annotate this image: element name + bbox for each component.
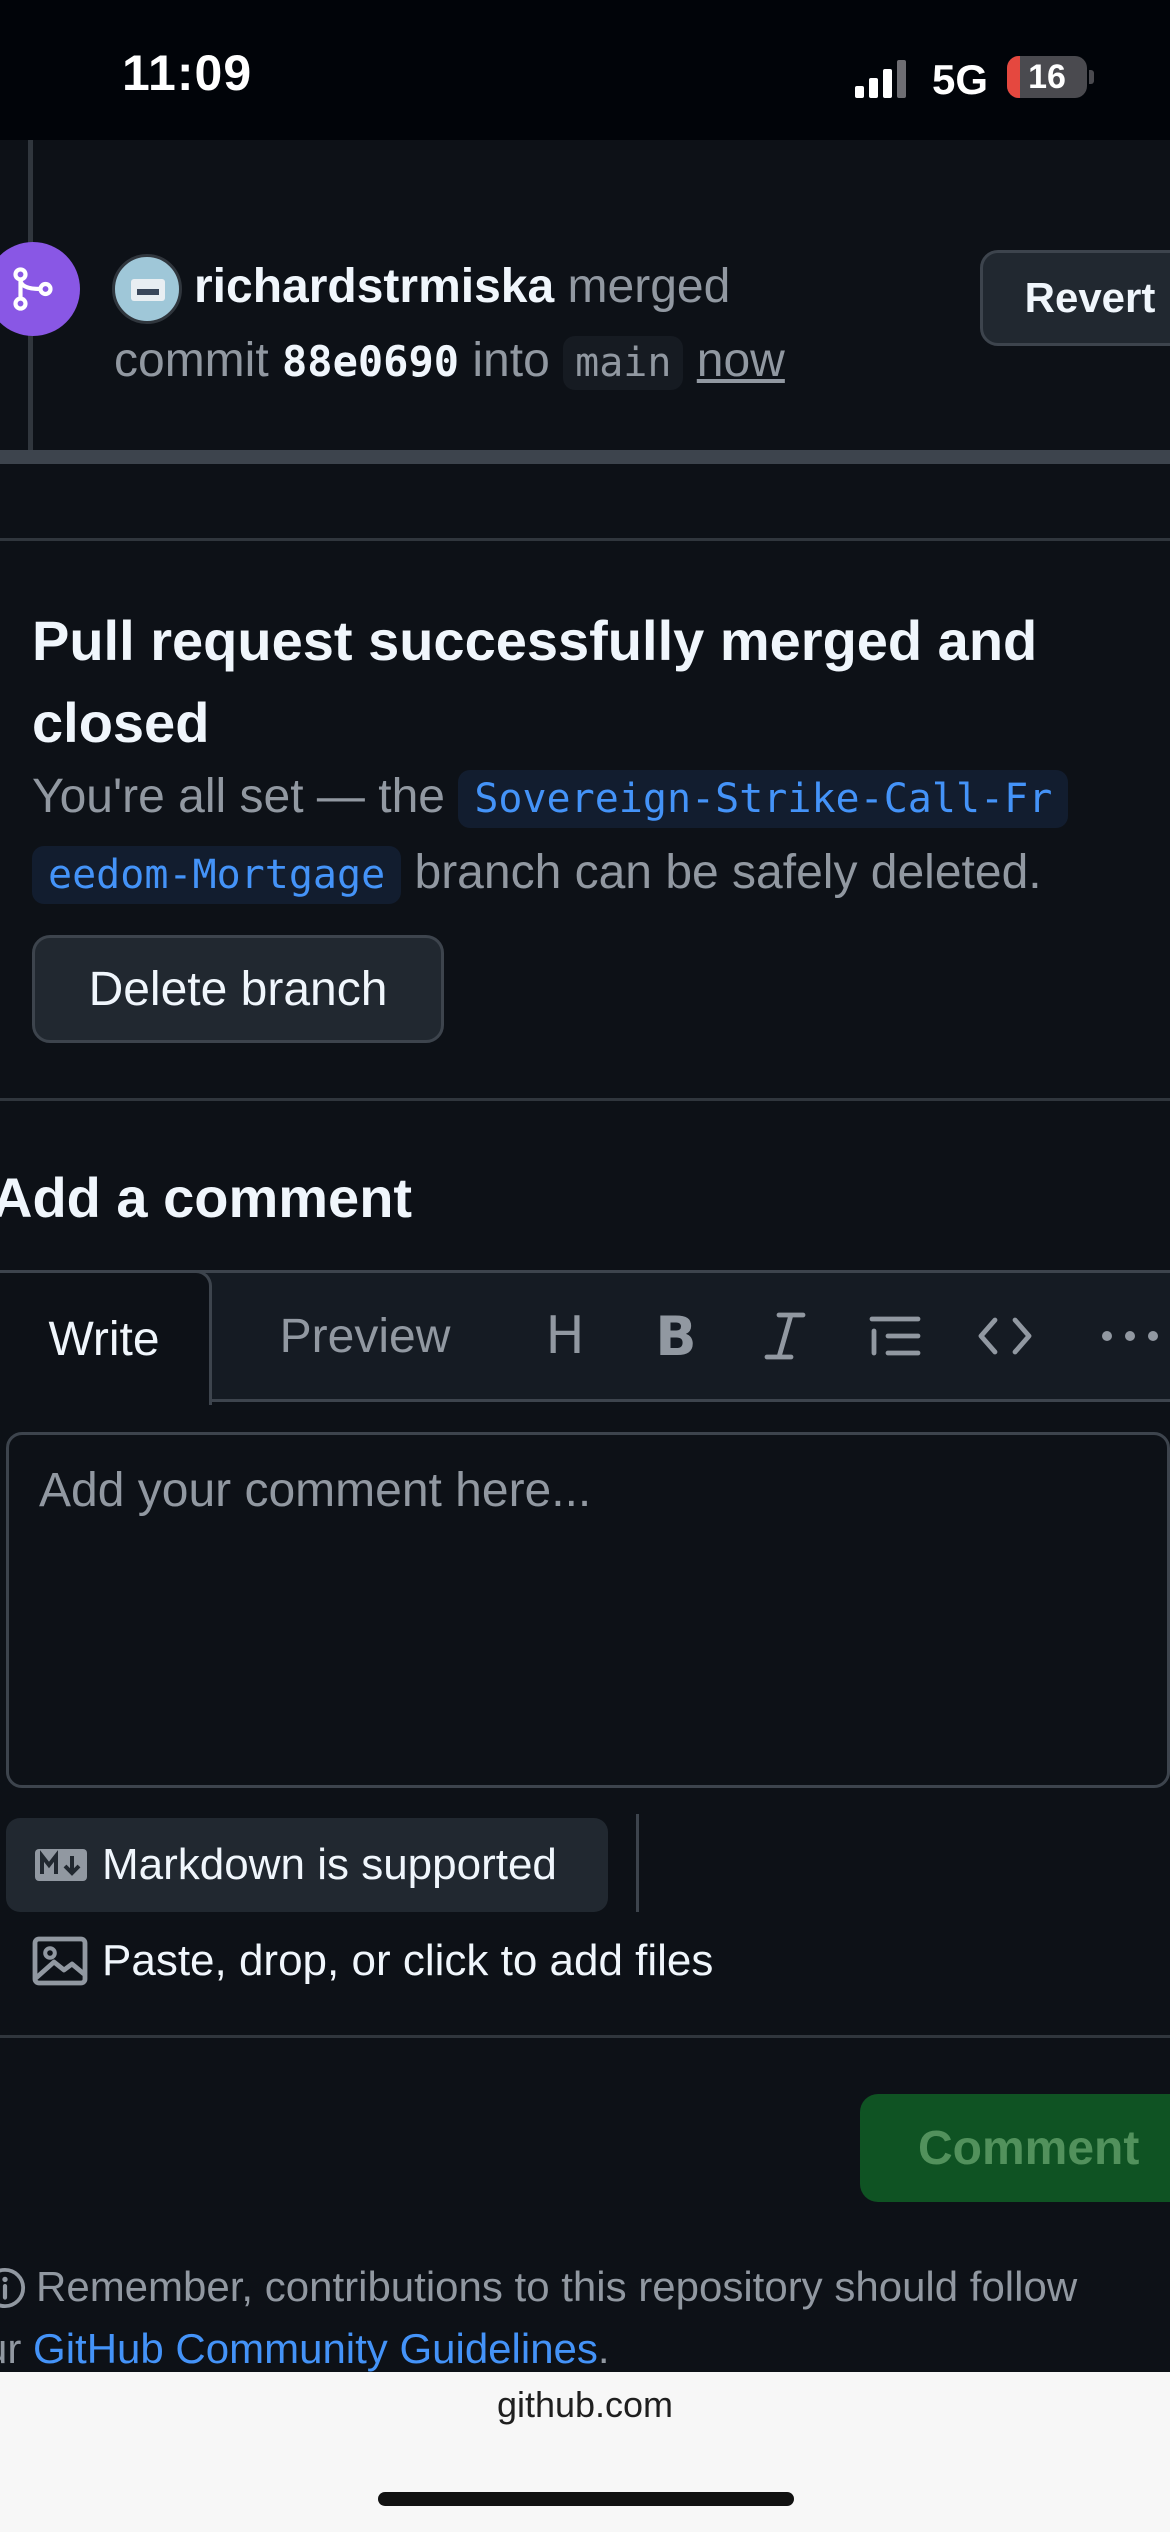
url-label[interactable]: github.com [0, 2384, 1170, 2426]
merge-icon [0, 242, 80, 336]
bold-button[interactable]: B [636, 1300, 716, 1372]
avatar[interactable] [112, 254, 182, 324]
merged-status-description: You're all set — the Sovereign-Strike-Ca… [32, 760, 1162, 912]
divider [0, 2035, 1170, 2038]
toolbar-border [210, 1399, 1170, 1402]
merge-event-line2: commit 88e0690 into main now [114, 328, 785, 396]
markdown-label: Markdown is supported [102, 1840, 557, 1889]
contribution-guidelines-note: Remember, contributions to this reposito… [0, 2256, 1077, 2380]
kebab-horizontal-icon [1102, 1331, 1158, 1341]
timeline-end-divider [0, 450, 1170, 464]
code-button[interactable] [965, 1300, 1045, 1372]
guidelines-line2-prefix: ur [0, 2325, 22, 2372]
author-link[interactable]: richardstrmiska [194, 260, 554, 313]
attach-files-button[interactable]: Paste, drop, or click to add files [32, 1930, 713, 1992]
italic-button[interactable] [745, 1300, 825, 1372]
battery-icon: 16 [1007, 56, 1087, 98]
italic-icon [764, 1312, 806, 1360]
heading-button[interactable]: H [525, 1300, 605, 1372]
divider [0, 538, 1170, 541]
into-word: into [472, 334, 550, 387]
guidelines-line1: Remember, contributions to this reposito… [0, 2256, 1077, 2318]
commit-word: commit [114, 334, 269, 387]
guidelines-suffix: . [597, 2325, 610, 2372]
head-branch-chip-part2[interactable]: eedom-Mortgage [32, 846, 402, 904]
merge-event-line1: richardstrmiska merged [194, 254, 730, 320]
merge-time-link[interactable]: now [697, 334, 785, 387]
network-type: 5G [932, 56, 989, 103]
home-indicator[interactable] [378, 2492, 794, 2506]
target-branch-chip[interactable]: main [563, 336, 684, 390]
head-branch-chip-part1[interactable]: Sovereign-Strike-Call-Fr [458, 770, 1069, 828]
revert-button[interactable]: Revert [980, 250, 1170, 346]
guidelines-line2: ur GitHub Community Guidelines. [0, 2318, 1077, 2380]
more-options-button[interactable] [1090, 1300, 1170, 1372]
git-merge-icon [13, 267, 53, 311]
desc-prefix: You're all set — the [32, 770, 445, 823]
battery-level: 16 [1028, 58, 1066, 96]
divider [0, 1098, 1170, 1101]
comment-textarea[interactable] [6, 1432, 1170, 1788]
markdown-supported-link[interactable]: Markdown is supported [6, 1818, 608, 1912]
tab-preview[interactable]: Preview [230, 1300, 500, 1372]
info-icon [0, 2267, 26, 2309]
attach-files-label: Paste, drop, or click to add files [102, 1936, 714, 1985]
guidelines-text: Remember, contributions to this reposito… [36, 2263, 1078, 2310]
status-time: 11:09 [122, 45, 253, 101]
commit-sha-link[interactable]: 88e0690 [282, 337, 459, 386]
markdown-icon [35, 1849, 87, 1881]
ordered-list-button[interactable] [855, 1300, 935, 1372]
separator [636, 1814, 639, 1912]
battery-nub [1089, 70, 1094, 84]
comment-heading: Add a comment [0, 1166, 413, 1229]
comment-submit-button[interactable]: Comment [860, 2094, 1170, 2202]
merged-status-title: Pull request successfully merged and clo… [32, 609, 1038, 754]
code-icon [978, 1317, 1032, 1355]
list-icon [869, 1316, 921, 1356]
cellular-signal-icon [855, 60, 906, 98]
image-icon [32, 1936, 88, 1986]
delete-branch-button[interactable]: Delete branch [32, 935, 444, 1043]
community-guidelines-link[interactable]: GitHub Community Guidelines [33, 2325, 598, 2372]
merge-action-text: merged [567, 260, 731, 313]
desc-suffix: branch can be safely deleted. [414, 846, 1042, 899]
tab-write[interactable]: Write [0, 1270, 212, 1405]
